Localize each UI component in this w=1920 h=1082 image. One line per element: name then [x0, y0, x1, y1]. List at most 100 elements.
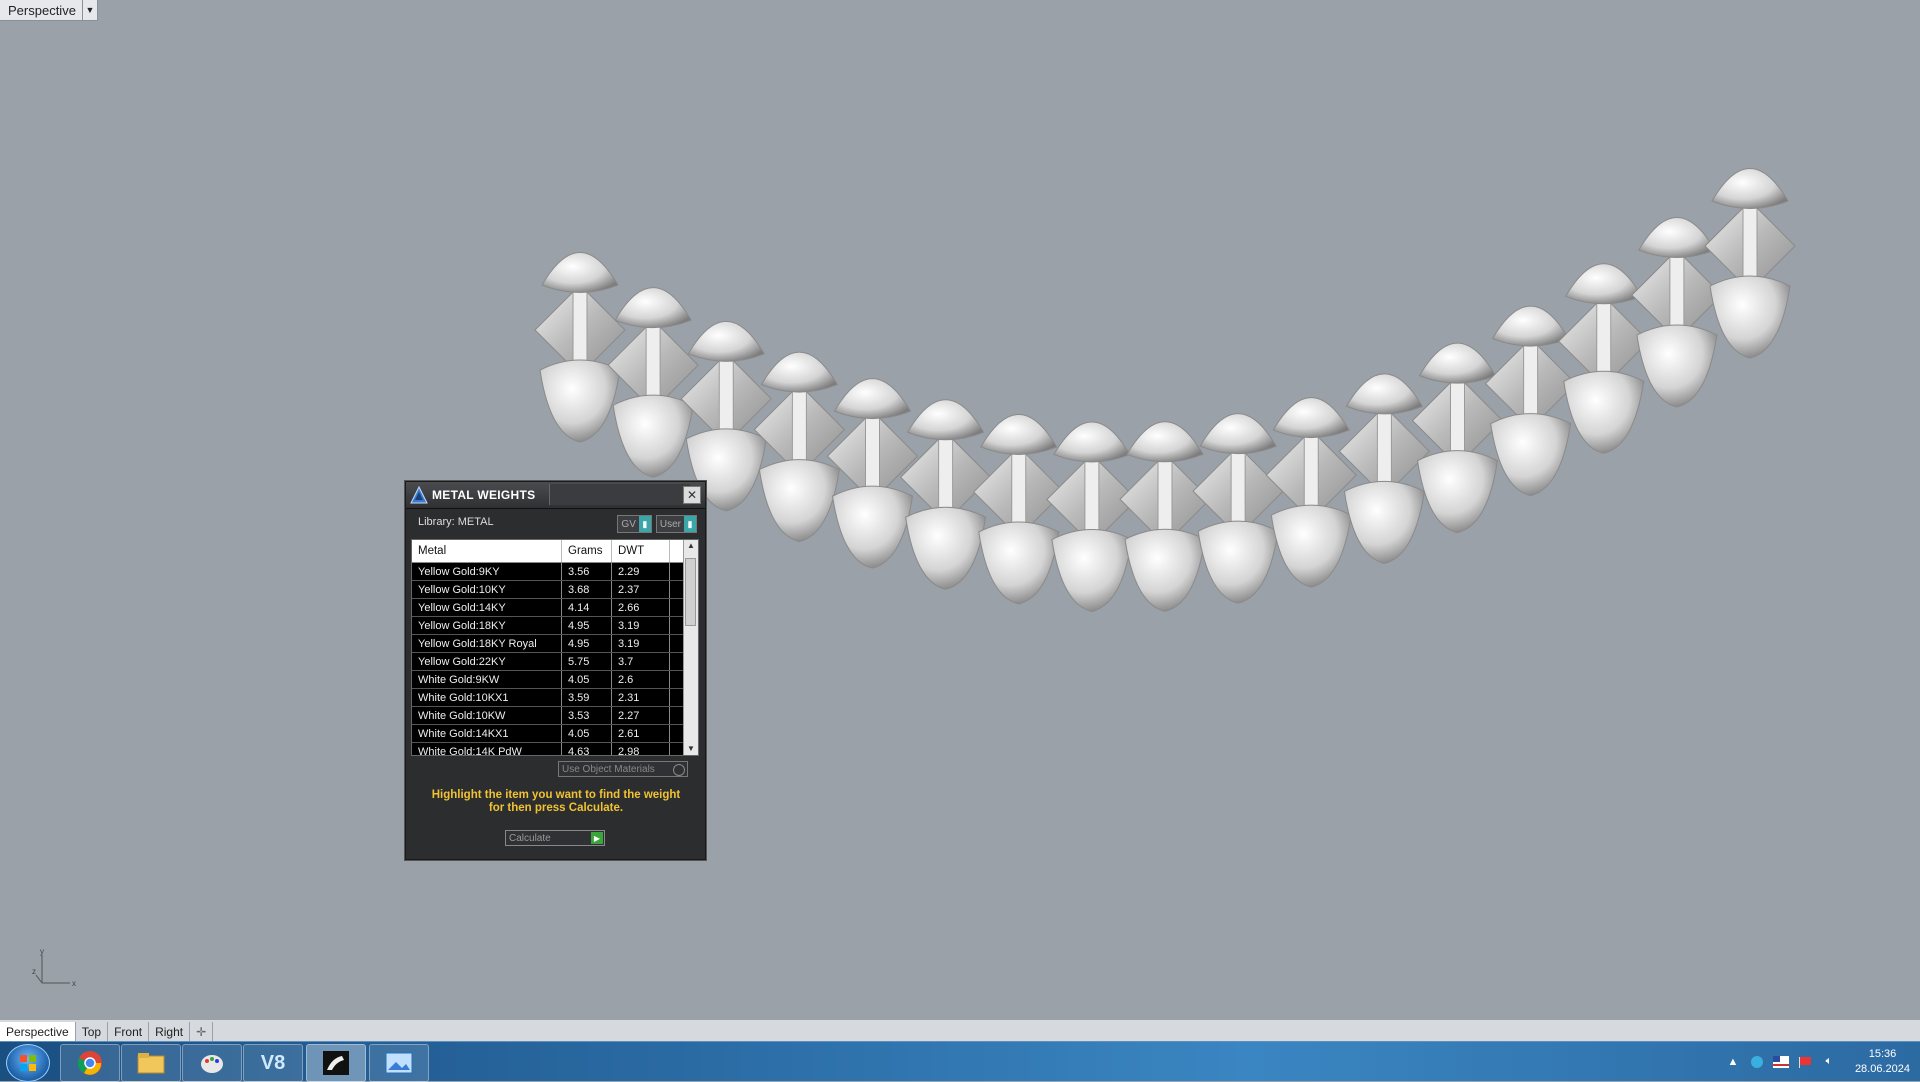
- connector-bar: [1376, 410, 1392, 492]
- table-row[interactable]: White Gold:14KX1 4.05 2.61: [412, 725, 698, 743]
- table-row[interactable]: White Gold:14K PdW 4.63 2.98: [412, 743, 698, 755]
- table-row[interactable]: White Gold:10KW 3.53 2.27: [412, 707, 698, 725]
- v8-icon[interactable]: V8: [243, 1044, 303, 1082]
- language-flag-icon[interactable]: [1772, 1054, 1789, 1070]
- cell-grams: 3.53: [562, 707, 612, 724]
- cell-metal: Yellow Gold:9KY: [412, 563, 562, 580]
- rhino-icon[interactable]: [306, 1044, 366, 1082]
- connector-bar: [1303, 434, 1319, 516]
- connector-bar: [791, 389, 807, 471]
- tab-front[interactable]: Front: [108, 1022, 150, 1042]
- connector-bar: [718, 358, 734, 440]
- top-cone: [1711, 167, 1789, 209]
- cell-grams: 4.95: [562, 635, 612, 652]
- top-cone: [1418, 342, 1497, 384]
- paint-icon[interactable]: [182, 1044, 242, 1082]
- photos-icon[interactable]: [369, 1044, 429, 1082]
- cell-metal: Yellow Gold:14KY: [412, 599, 562, 616]
- library-label: Library: METAL: [418, 516, 494, 528]
- column-header-metal[interactable]: Metal: [412, 540, 562, 562]
- table-row[interactable]: Yellow Gold:9KY 3.56 2.29: [412, 563, 698, 581]
- volume-icon[interactable]: 🔈︎: [1821, 1054, 1837, 1070]
- cell-dwt: 2.6: [612, 671, 670, 688]
- calculate-button[interactable]: Calculate ▶: [505, 830, 605, 846]
- gv-toggle-label: GV: [621, 518, 636, 530]
- cell-metal: White Gold:9KW: [412, 671, 562, 688]
- table-row[interactable]: Yellow Gold:18KY 4.95 3.19: [412, 617, 698, 635]
- tab-right[interactable]: Right: [149, 1022, 191, 1042]
- cell-metal: Yellow Gold:22KY: [412, 653, 562, 670]
- cell-dwt: 2.98: [612, 743, 670, 755]
- explorer-icon[interactable]: [121, 1044, 181, 1082]
- table-row[interactable]: Yellow Gold:10KY 3.68 2.37: [412, 581, 698, 599]
- connector-bar: [1084, 458, 1100, 540]
- bottom-cone: [539, 359, 621, 443]
- hint-line-2: for then press Calculate.: [488, 802, 624, 814]
- column-header-dwt[interactable]: DWT: [612, 540, 670, 562]
- metal-table[interactable]: Metal Grams DWT Yellow Gold:9KY 3.56 2.29 Y…: [411, 539, 699, 756]
- view-tabs: Perspective Top Front Right ✛: [0, 1019, 1920, 1042]
- cell-dwt: 2.29: [612, 563, 670, 580]
- model-viewport[interactable]: [0, 0, 1920, 1019]
- bottom-cone: [831, 485, 914, 569]
- bottom-cone: [1490, 413, 1572, 497]
- connector-bar: [938, 436, 954, 518]
- table-row[interactable]: White Gold:9KW 4.05 2.6: [412, 671, 698, 689]
- table-row[interactable]: White Gold:10KX1 3.59 2.31: [412, 689, 698, 707]
- table-row[interactable]: Yellow Gold:22KY 5.75 3.7: [412, 653, 698, 671]
- column-header-grams[interactable]: Grams: [562, 540, 612, 562]
- cell-grams: 3.59: [562, 689, 612, 706]
- bottom-cone: [905, 506, 987, 590]
- add-view-icon[interactable]: ✛: [190, 1022, 214, 1042]
- axis-z-label: z: [32, 967, 36, 976]
- scroll-thumb[interactable]: [685, 558, 696, 626]
- table-row[interactable]: Yellow Gold:14KY 4.14 2.66: [412, 599, 698, 617]
- show-hidden-icons-icon[interactable]: ▲: [1725, 1054, 1741, 1070]
- start-button[interactable]: [6, 1044, 50, 1082]
- top-cone: [760, 351, 839, 393]
- cell-grams: 4.05: [562, 671, 612, 688]
- flag-icon[interactable]: [1797, 1054, 1813, 1070]
- cell-metal: Yellow Gold:18KY Royal: [412, 635, 562, 652]
- use-object-materials-checkbox[interactable]: Use Object Materials: [558, 761, 688, 777]
- tab-top[interactable]: Top: [76, 1022, 109, 1042]
- calculate-label: Calculate: [509, 832, 551, 844]
- radio-icon: [673, 764, 685, 776]
- v8-label: V8: [260, 1051, 286, 1074]
- cell-dwt: 2.27: [612, 707, 670, 724]
- close-button[interactable]: ✕: [683, 486, 701, 504]
- network-globe-icon[interactable]: [1749, 1054, 1765, 1070]
- connector-bar: [1669, 254, 1685, 336]
- panel-title: METAL WEIGHTS: [432, 488, 536, 502]
- top-cone: [980, 413, 1058, 455]
- system-tray: ▲ 🔈︎ 15:36 28.06.2024: [1725, 1042, 1920, 1081]
- bottom-cone: [1636, 324, 1718, 408]
- tab-perspective[interactable]: Perspective: [0, 1022, 76, 1042]
- scroll-down-icon[interactable]: ▼: [684, 743, 698, 755]
- cell-metal: White Gold:10KX1: [412, 689, 562, 706]
- metal-weights-panel: METAL WEIGHTS ✕ Library: METAL GV ▮ User…: [405, 481, 706, 860]
- toggle-indicator-icon: ▮: [638, 516, 651, 532]
- connector-bar: [865, 415, 880, 497]
- cell-grams: 3.56: [562, 563, 612, 580]
- top-cone: [1638, 216, 1716, 258]
- top-cone: [1199, 413, 1277, 455]
- axis-y-label: y: [40, 947, 44, 956]
- table-row[interactable]: Yellow Gold:18KY Royal 4.95 3.19: [412, 635, 698, 653]
- matrix-logo-icon: [406, 482, 432, 508]
- cell-metal: Yellow Gold:10KY: [412, 581, 562, 598]
- user-toggle[interactable]: User ▮: [655, 515, 697, 533]
- clock[interactable]: 15:36 28.06.2024: [1855, 1047, 1910, 1077]
- scroll-up-icon[interactable]: ▲: [684, 540, 698, 552]
- cell-dwt: 2.37: [612, 581, 670, 598]
- axis-x-label: x: [72, 979, 76, 988]
- gv-toggle[interactable]: GV ▮: [617, 515, 652, 533]
- cell-dwt: 3.19: [612, 617, 670, 634]
- bottom-cone: [1563, 370, 1645, 454]
- table-scrollbar[interactable]: ▲ ▼: [683, 540, 698, 755]
- panel-titlebar[interactable]: METAL WEIGHTS ✕: [406, 482, 705, 509]
- clock-time: 15:36: [1868, 1047, 1897, 1060]
- chrome-icon[interactable]: [60, 1044, 120, 1082]
- play-icon: ▶: [591, 832, 603, 844]
- top-cone: [1272, 397, 1350, 439]
